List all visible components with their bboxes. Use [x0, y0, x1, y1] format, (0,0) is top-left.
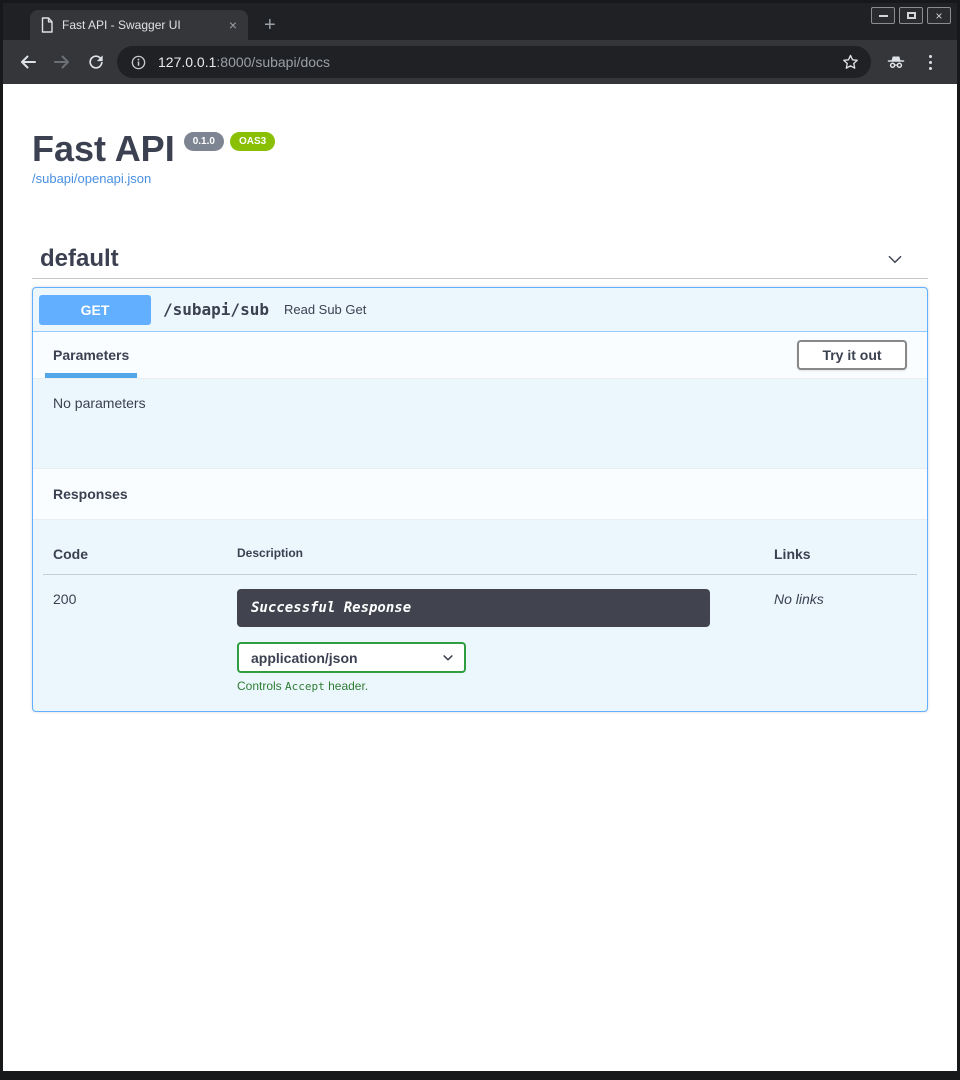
tab-parameters[interactable]: Parameters [45, 332, 137, 378]
minimize-button[interactable] [871, 7, 895, 24]
parameters-body: No parameters [33, 379, 927, 468]
site-info-icon[interactable] [130, 54, 147, 71]
new-tab-button[interactable]: + [264, 15, 276, 35]
page-title: Fast API [32, 128, 175, 169]
try-it-out-button[interactable]: Try it out [797, 340, 907, 370]
browser-menu-icon[interactable] [913, 45, 947, 79]
no-parameters-text: No parameters [53, 395, 146, 411]
back-button[interactable] [11, 45, 45, 79]
response-description-cell: Successful Response application/json Con… [227, 589, 764, 693]
url-path: :8000/subapi/docs [216, 54, 330, 70]
bookmark-star-icon[interactable] [837, 49, 863, 75]
tag-section-header[interactable]: default [32, 245, 928, 279]
close-button[interactable]: × [927, 7, 951, 24]
response-description: Successful Response [237, 589, 710, 627]
responses-table: Code Description Links 200 Successful Re… [43, 520, 917, 711]
forward-button[interactable] [45, 45, 79, 79]
browser-window: Fast API - Swagger UI × + × [0, 0, 960, 1080]
api-info: Fast API 0.1.0 OAS3 /subapi/openapi.json [32, 128, 928, 188]
tab-title: Fast API - Swagger UI [62, 18, 216, 32]
url-host: 127.0.0.1 [158, 54, 216, 70]
openapi-spec-link[interactable]: /subapi/openapi.json [32, 171, 151, 186]
response-code: 200 [43, 589, 227, 693]
oas-badge: OAS3 [230, 132, 275, 151]
column-header-code: Code [43, 546, 227, 562]
browser-toolbar: 127.0.0.1:8000/subapi/docs [3, 40, 957, 84]
tag-name: default [40, 245, 119, 273]
endpoint-summary: Read Sub Get [284, 302, 366, 317]
accept-header-hint: Controls Accept header. [237, 679, 754, 693]
hint-code: Accept [285, 680, 325, 693]
address-bar[interactable]: 127.0.0.1:8000/subapi/docs [117, 46, 871, 78]
opblock-summary[interactable]: GET /subapi/sub Read Sub Get [33, 288, 927, 332]
incognito-icon [879, 45, 913, 79]
hint-suffix: header. [325, 679, 368, 693]
column-header-description: Description [227, 546, 764, 562]
http-method-badge: GET [39, 295, 151, 325]
endpoint-path: /subapi/sub [163, 300, 269, 319]
opblock-get: GET /subapi/sub Read Sub Get Parameters … [32, 287, 928, 712]
chevron-down-icon[interactable] [884, 248, 906, 270]
media-type-value: application/json [251, 650, 358, 666]
tab-close-icon[interactable]: × [224, 16, 242, 34]
reload-button[interactable] [79, 45, 113, 79]
maximize-button[interactable] [899, 7, 923, 24]
column-header-links: Links [764, 546, 917, 562]
parameters-tab-label: Parameters [53, 347, 129, 363]
media-type-select[interactable]: application/json [237, 642, 466, 673]
responses-table-head: Code Description Links [43, 520, 917, 575]
parameters-header: Parameters Try it out [33, 332, 927, 379]
swagger-page: Fast API 0.1.0 OAS3 /subapi/openapi.json… [3, 84, 957, 1071]
select-chevron-down-icon [441, 651, 455, 665]
page-favicon-icon [40, 17, 54, 33]
tab-strip: Fast API - Swagger UI × + × [3, 3, 957, 40]
response-row-200: 200 Successful Response application/json [43, 575, 917, 693]
hint-prefix: Controls [237, 679, 285, 693]
version-badge: 0.1.0 [184, 132, 224, 151]
responses-title: Responses [53, 486, 128, 502]
window-controls: × [871, 7, 951, 24]
url-text: 127.0.0.1:8000/subapi/docs [158, 54, 826, 70]
response-links: No links [764, 589, 917, 693]
responses-header: Responses [33, 468, 927, 520]
browser-tab[interactable]: Fast API - Swagger UI × [30, 10, 248, 40]
